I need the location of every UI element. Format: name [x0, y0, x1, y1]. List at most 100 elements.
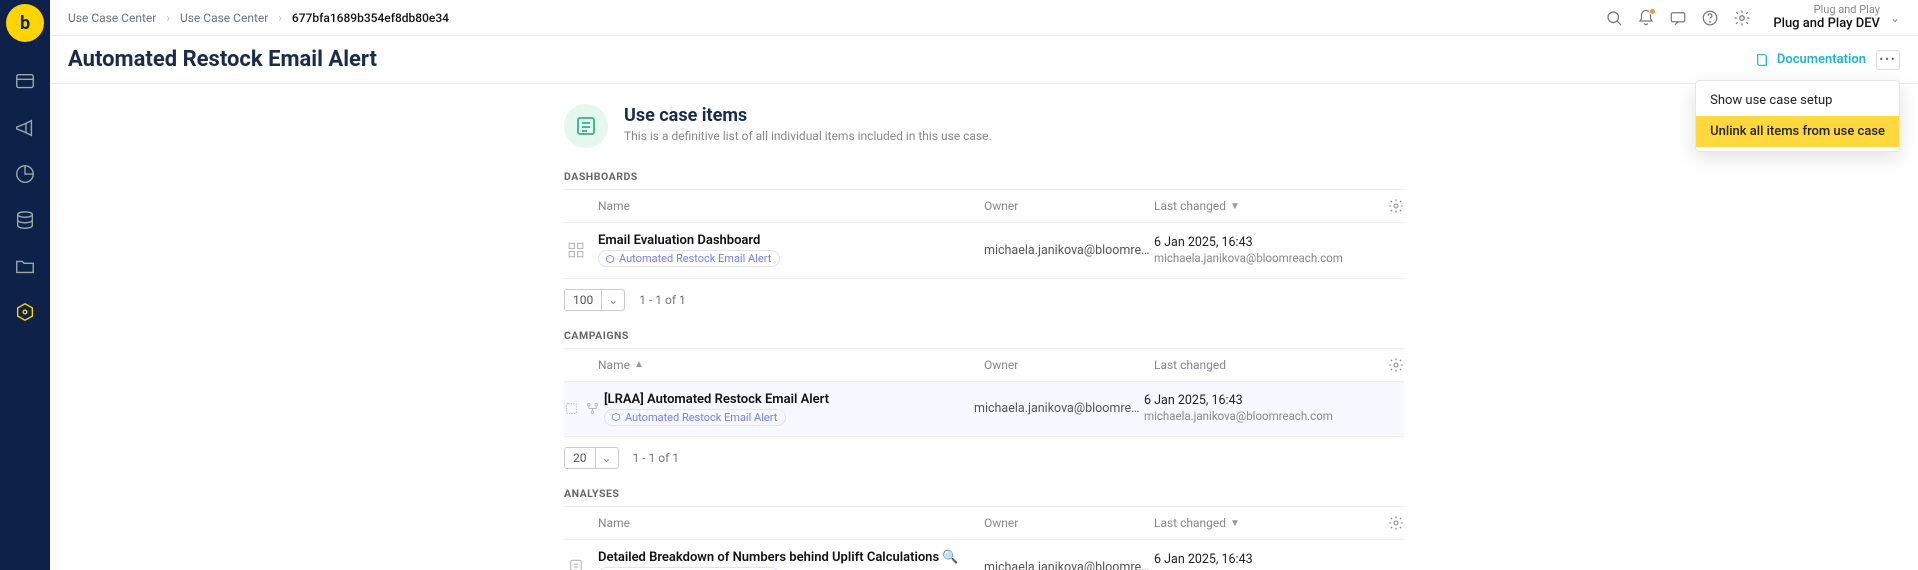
hexagon-icon: [14, 301, 36, 323]
page-size-select[interactable]: 20 ⌄: [564, 447, 619, 469]
row-changed-by: michaela.janikova@bloomreach.com: [1154, 251, 1404, 266]
documentation-link[interactable]: Documentation: [1755, 52, 1866, 68]
main-area: Use Case Center › Use Case Center › 677b…: [50, 0, 1918, 570]
breadcrumb-sep: ›: [278, 11, 282, 25]
database-icon: [14, 209, 36, 231]
nav-item-assets[interactable]: [3, 244, 47, 288]
documentation-label: Documentation: [1777, 52, 1866, 67]
row-name[interactable]: [LRAA] Automated Restock Email Alert: [604, 392, 974, 407]
table-row[interactable]: [LRAA] Automated Restock Email Alert Aut…: [564, 382, 1404, 438]
row-owner: michaela.janikova@bloomreach.com: [984, 243, 1154, 258]
megaphone-icon: [14, 117, 36, 139]
folder-icon: [14, 255, 36, 277]
row-name[interactable]: Detailed Breakdown of Numbers behind Upl…: [598, 550, 984, 565]
window-icon: [14, 71, 36, 93]
help-icon[interactable]: [1699, 7, 1721, 29]
col-changed[interactable]: Last changed: [1154, 358, 1226, 372]
group-label-campaigns: CAMPAIGNS: [564, 329, 1404, 342]
row-changed-by: michaela.janikova@bloomreach.com: [1144, 409, 1394, 424]
more-actions-dropdown: Show use case setup Unlink all items fro…: [1695, 80, 1900, 152]
chevron-down-icon[interactable]: ⌄: [595, 448, 618, 468]
brand-logo[interactable]: b: [6, 4, 44, 42]
usecase-tag[interactable]: Automated Restock Email Alert: [598, 250, 780, 267]
gear-icon[interactable]: [1388, 515, 1404, 531]
dropdown-show-setup[interactable]: Show use case setup: [1696, 85, 1899, 116]
list-icon: [564, 104, 608, 148]
chevron-down-icon[interactable]: ⌄: [601, 290, 624, 310]
pager-campaigns: 20 ⌄ 1 - 1 of 1: [564, 447, 1404, 469]
nav-item-usecase[interactable]: [3, 290, 47, 334]
page-size-value: 100: [565, 290, 601, 310]
nav-item-campaigns[interactable]: [3, 106, 47, 150]
topbar: Use Case Center › Use Case Center › 677b…: [50, 0, 1918, 36]
page-size-value: 20: [565, 448, 595, 468]
tag-label: Automated Restock Email Alert: [625, 411, 777, 424]
group-label-dashboards: DASHBOARDS: [564, 170, 1404, 183]
project-big: Plug and Play DEV: [1773, 16, 1880, 32]
more-actions-button[interactable]: •••: [1876, 50, 1900, 70]
section-header: Use case items This is a definitive list…: [564, 104, 1404, 148]
bell-icon[interactable]: [1635, 7, 1657, 29]
nav-item-analytics[interactable]: [3, 152, 47, 196]
table-header-dashboards: Name Owner Last changed ▼: [564, 189, 1404, 223]
table-row[interactable]: Detailed Breakdown of Numbers behind Upl…: [564, 540, 1404, 570]
report-icon: [564, 558, 588, 570]
row-timestamp: 6 Jan 2025, 16:43: [1154, 235, 1404, 251]
nav-item-data[interactable]: [3, 198, 47, 242]
col-name[interactable]: Name: [598, 358, 630, 372]
titlebar: Automated Restock Email Alert Documentat…: [50, 36, 1918, 84]
row-timestamp: 6 Jan 2025, 16:43: [1154, 552, 1404, 568]
content-scroll: Use case items This is a definitive list…: [50, 84, 1918, 570]
col-name[interactable]: Name: [598, 199, 630, 213]
pager-dashboards: 100 ⌄ 1 - 1 of 1: [564, 289, 1404, 311]
dropdown-unlink-all[interactable]: Unlink all items from use case: [1696, 116, 1899, 147]
row-timestamp: 6 Jan 2025, 16:43: [1144, 393, 1394, 409]
breadcrumb-1[interactable]: Use Case Center: [68, 11, 156, 25]
page-range: 1 - 1 of 1: [639, 293, 685, 307]
book-icon: [1755, 52, 1771, 68]
settings-icon[interactable]: [1731, 7, 1753, 29]
sort-asc-icon[interactable]: ▲: [634, 359, 644, 370]
breadcrumb-3: 677bfa1689b354ef8db80e34: [292, 11, 449, 25]
group-label-analyses: ANALYSES: [564, 487, 1404, 500]
section-title: Use case items: [624, 104, 992, 127]
usecase-tag[interactable]: Automated Restock Email Alert: [604, 409, 786, 426]
search-icon[interactable]: [1603, 7, 1625, 29]
table-row[interactable]: Email Evaluation Dashboard Automated Res…: [564, 223, 1404, 279]
chat-icon[interactable]: [1667, 7, 1689, 29]
magnifier-emoji: 🔍: [942, 550, 958, 565]
project-small: Plug and Play: [1814, 3, 1880, 16]
nav-item-overview[interactable]: [3, 60, 47, 104]
col-owner[interactable]: Owner: [984, 199, 1018, 213]
sort-desc-icon[interactable]: ▼: [1230, 201, 1240, 212]
gear-icon[interactable]: [1388, 198, 1404, 214]
page-title: Automated Restock Email Alert: [68, 47, 377, 72]
chevron-down-icon[interactable]: ⌄: [1890, 11, 1900, 25]
hexagon-icon: [605, 254, 615, 264]
row-name-text: Detailed Breakdown of Numbers behind Upl…: [598, 550, 939, 565]
project-switcher[interactable]: Plug and Play Plug and Play DEV: [1773, 3, 1880, 32]
dashboard-icon: [564, 241, 588, 259]
row-owner: michaela.janikova@bloomreach.com: [984, 560, 1154, 570]
hexagon-icon: [611, 412, 621, 422]
row-name[interactable]: Email Evaluation Dashboard: [598, 233, 984, 248]
sort-desc-icon[interactable]: ▼: [1230, 518, 1240, 529]
breadcrumb-2[interactable]: Use Case Center: [180, 11, 268, 25]
section-subtitle: This is a definitive list of all individ…: [624, 129, 992, 143]
checkbox-icon[interactable]: [564, 401, 579, 416]
gear-icon[interactable]: [1388, 357, 1404, 373]
breadcrumb-sep: ›: [166, 11, 170, 25]
left-sidebar: b: [0, 0, 50, 570]
pie-chart-icon: [14, 163, 36, 185]
table-header-campaigns: Name ▲ Owner Last changed: [564, 348, 1404, 382]
col-changed[interactable]: Last changed: [1154, 516, 1226, 530]
col-changed[interactable]: Last changed: [1154, 199, 1226, 213]
page-range: 1 - 1 of 1: [633, 451, 679, 465]
col-owner[interactable]: Owner: [984, 516, 1018, 530]
notification-dot: [1649, 8, 1656, 15]
page-size-select[interactable]: 100 ⌄: [564, 289, 625, 311]
col-name[interactable]: Name: [598, 516, 630, 530]
col-owner[interactable]: Owner: [984, 358, 1018, 372]
scenario-icon: [585, 401, 600, 416]
tag-label: Automated Restock Email Alert: [619, 252, 771, 265]
